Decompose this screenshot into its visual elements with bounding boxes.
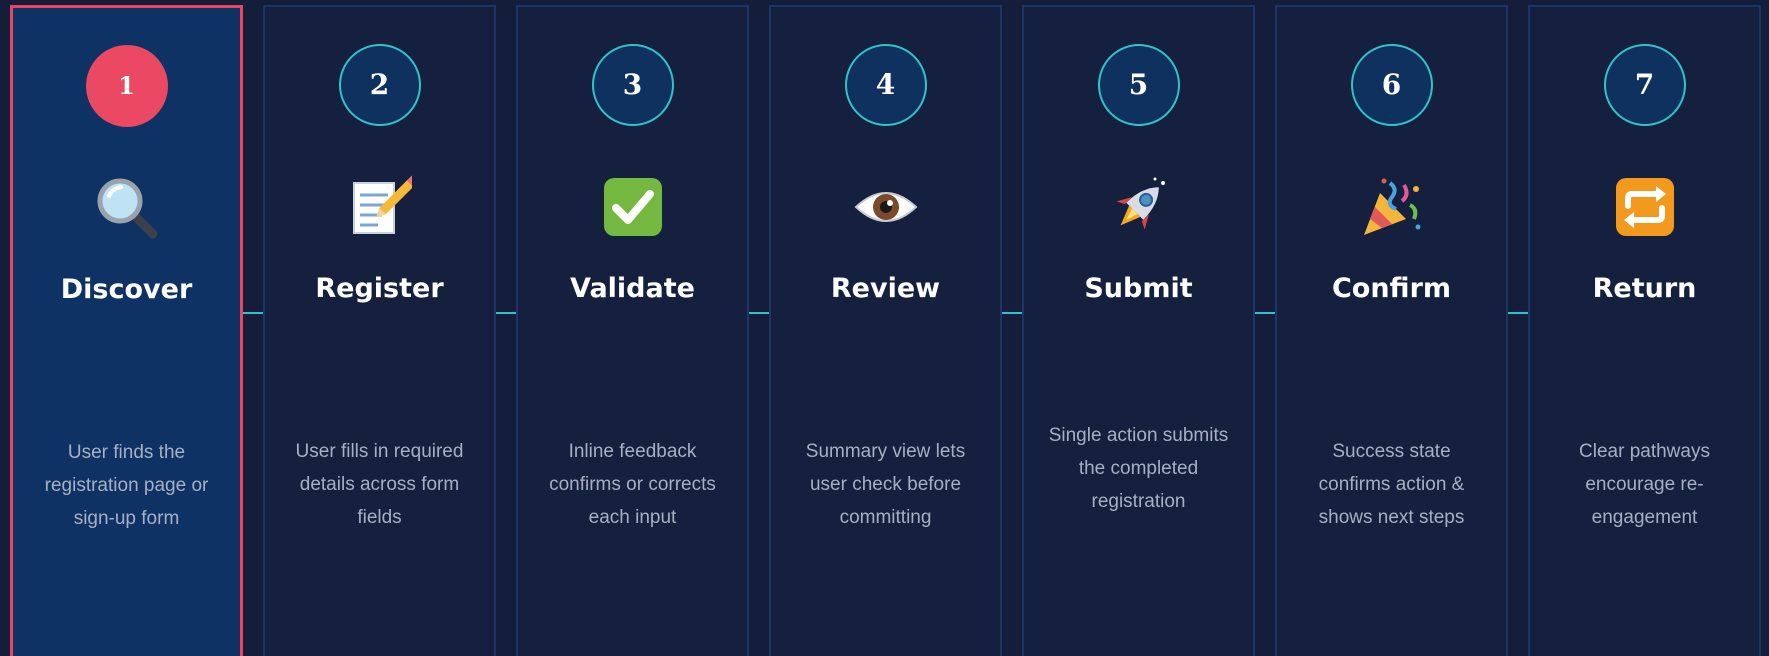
step-description: Summary view lets user check before comm…: [805, 441, 966, 528]
check-mark-button-icon: [518, 165, 747, 241]
step-number-badge: 1: [85, 45, 168, 127]
step-card-review[interactable]: 4 Review Summary view lets user check be…: [769, 5, 1002, 656]
step-description: Inline feedback confirms or corrects eac…: [549, 441, 716, 528]
memo-pencil-icon: [265, 165, 494, 241]
step-description: Success state confirms action & shows ne…: [1318, 441, 1465, 528]
step-card-validate[interactable]: 3 Validate Inline feedback confirms or c…: [516, 5, 749, 656]
step-description: User finds the registration page or sign…: [44, 442, 209, 529]
rocket-icon: [1024, 165, 1253, 241]
step-number-badge: 6: [1350, 44, 1433, 126]
step-number-badge: 4: [844, 44, 927, 126]
step-card-register[interactable]: 2 Register User fills in required detail…: [263, 5, 496, 656]
step-title: Submit: [1084, 273, 1193, 304]
eye-icon: [771, 165, 1000, 241]
step-title: Register: [315, 273, 444, 304]
step-connector: [1255, 312, 1275, 314]
step-title: Validate: [570, 273, 695, 304]
step-description: Single action submits the completed regi…: [1048, 425, 1229, 512]
step-card-return[interactable]: 7 Return Clear pathways encourage re-eng…: [1528, 5, 1761, 656]
step-description: Clear pathways encourage re-engagement: [1579, 441, 1710, 528]
registration-flow: 1 Discover User finds the registration p…: [0, 0, 1769, 656]
step-connector: [749, 312, 769, 314]
step-title: Review: [830, 273, 941, 304]
step-title: Confirm: [1331, 273, 1452, 304]
step-card-submit[interactable]: 5 Submit Single action submits the compl…: [1022, 5, 1255, 656]
step-title: Return: [1592, 273, 1697, 304]
magnifying-glass-icon: [13, 166, 240, 242]
step-connector: [1002, 312, 1022, 314]
step-number-badge: 3: [591, 44, 674, 126]
step-card-confirm[interactable]: 6 Confirm Success state confirms action …: [1275, 5, 1508, 656]
step-card-discover[interactable]: 1 Discover User finds the registration p…: [10, 5, 243, 656]
party-popper-icon: [1277, 165, 1506, 241]
step-number-badge: 5: [1097, 44, 1180, 126]
repeat-arrows-icon: [1530, 165, 1759, 241]
step-connector: [496, 312, 516, 314]
step-description: User fills in required details across fo…: [295, 441, 464, 528]
step-number-badge: 7: [1603, 44, 1686, 126]
step-number-badge: 2: [338, 44, 421, 126]
step-connector: [243, 312, 263, 314]
step-connector: [1508, 312, 1528, 314]
step-title: Discover: [60, 274, 193, 305]
